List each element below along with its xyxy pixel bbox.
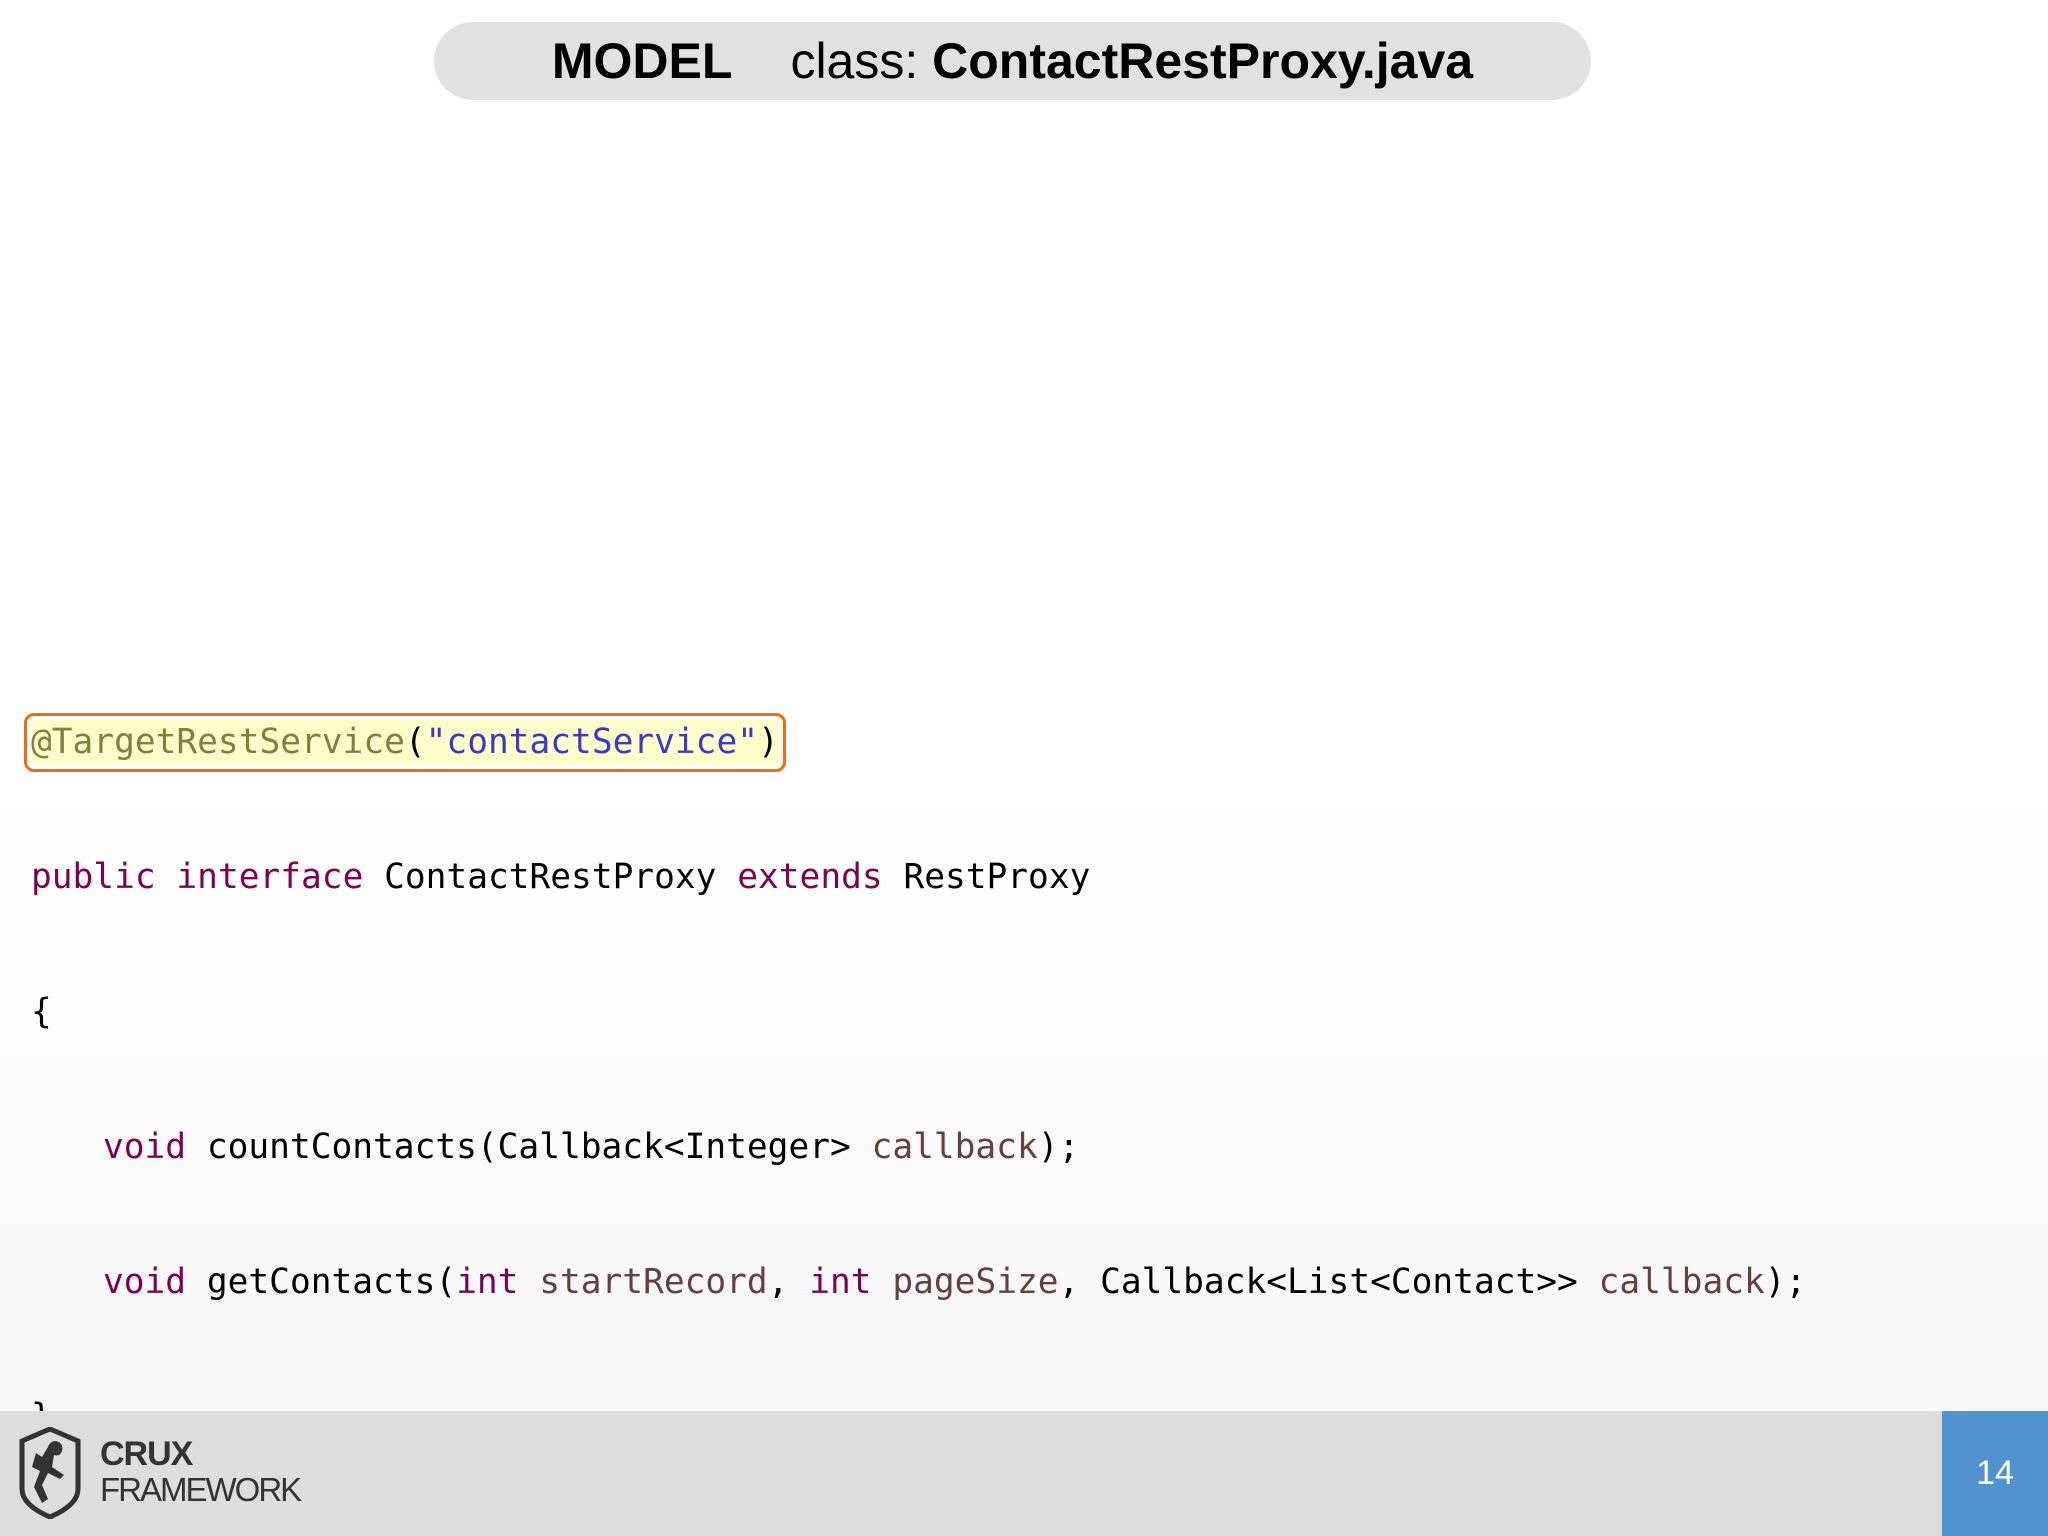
slide-title: MODEL class: ContactRestProxy.java: [434, 22, 1591, 100]
title-class-label: class:: [790, 33, 919, 89]
code-line-3: {: [31, 992, 52, 1032]
code-line-4: void countContacts(Callback<Integer> cal…: [103, 1127, 1080, 1167]
code-line-5: void getContacts(int startRecord, int pa…: [103, 1262, 1807, 1302]
annotation-string: "contactService": [425, 722, 758, 762]
code-line-2: public interface ContactRestProxy extend…: [31, 857, 1091, 897]
page-number: 14: [1942, 1411, 2048, 1536]
brand-name-top: CRUX: [100, 1435, 193, 1473]
crux-logo-icon: [19, 1427, 81, 1519]
title-section: MODEL: [551, 33, 733, 89]
code-block: @TargetRestService("contactService") pub…: [24, 630, 1807, 1485]
footer-bar: CRUX FRAMEWORK: [0, 1411, 2048, 1536]
annotation-highlight: @TargetRestService("contactService"): [24, 713, 786, 772]
brand-name-bottom: FRAMEWORK: [100, 1471, 302, 1508]
title-class-name: ContactRestProxy.java: [932, 33, 1474, 89]
code-line-1: @TargetRestService("contactService"): [24, 713, 1806, 772]
annotation-name: @TargetRestService: [31, 722, 405, 762]
